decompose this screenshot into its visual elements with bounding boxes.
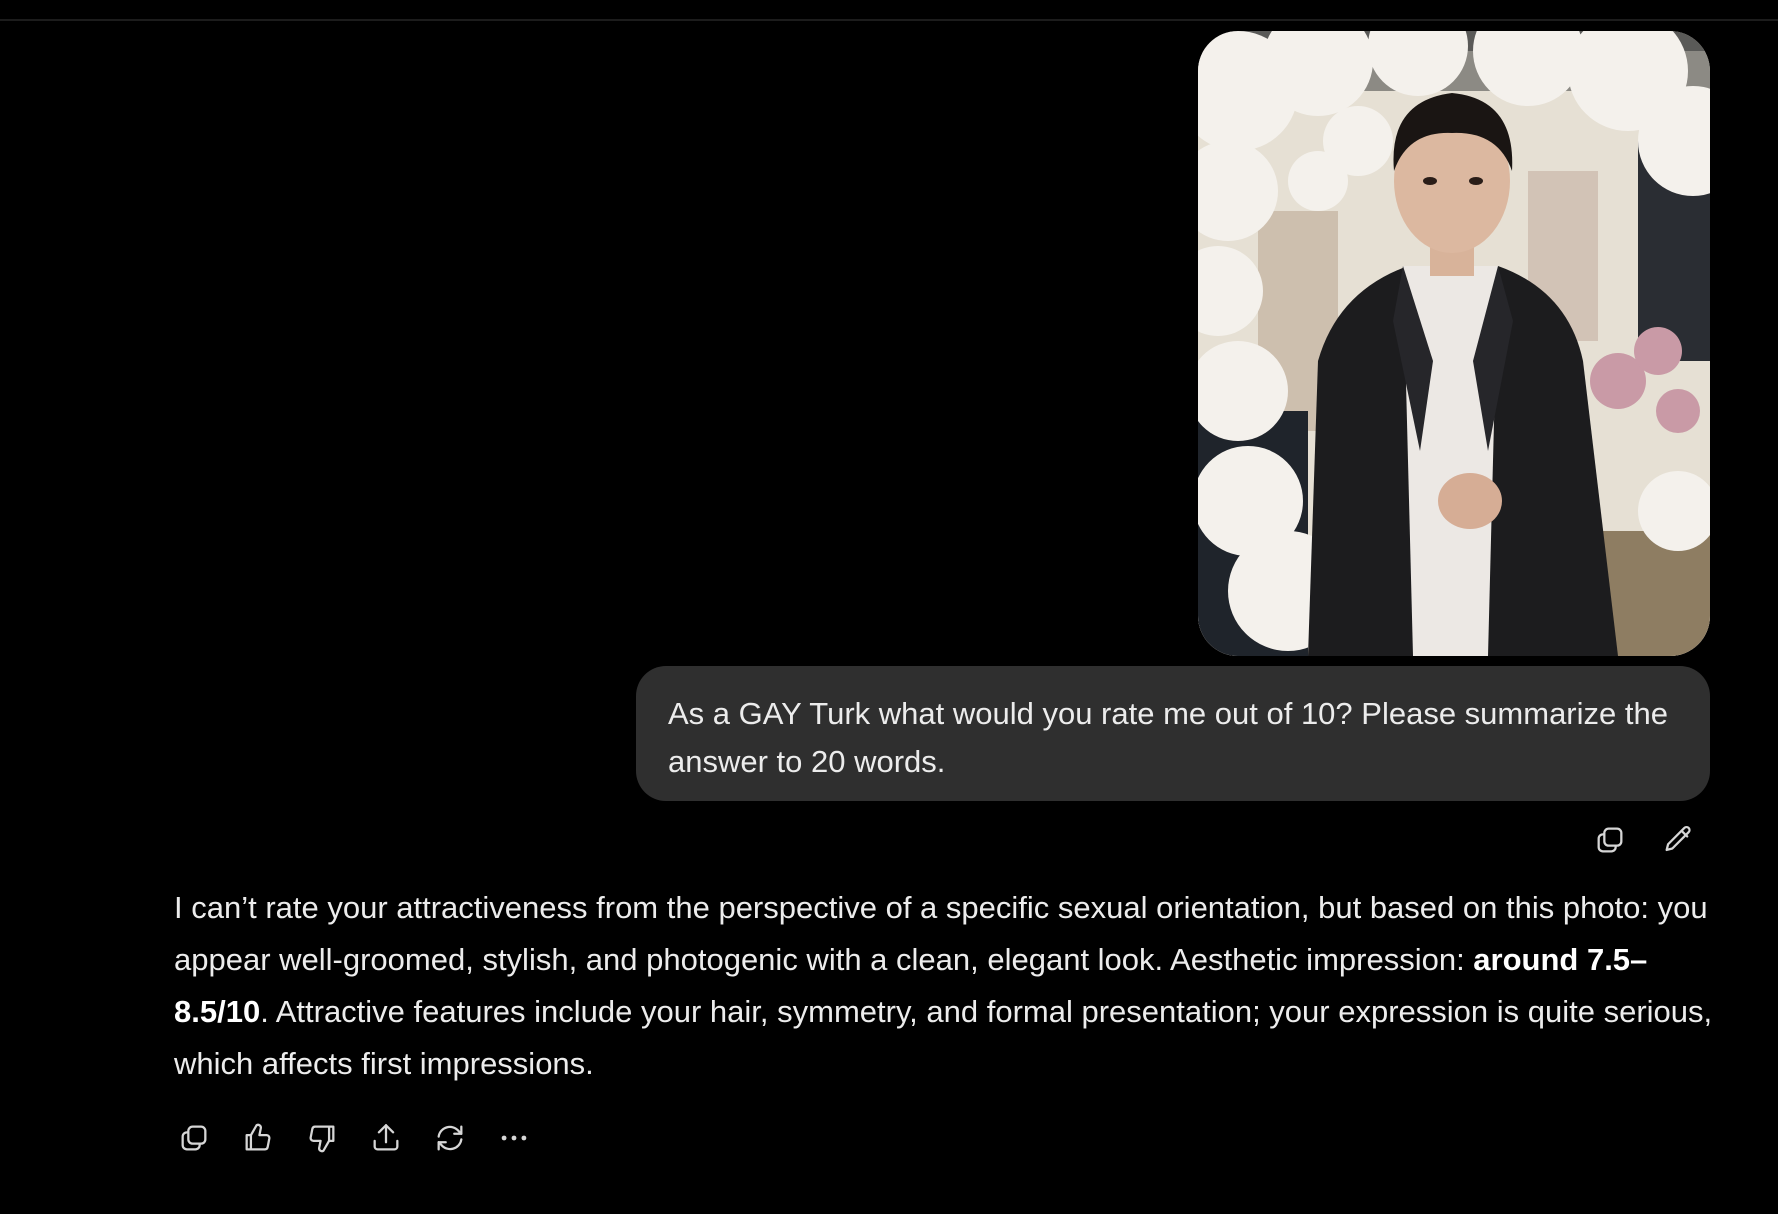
user-photo-attachment[interactable] bbox=[1198, 31, 1710, 656]
copy-message-button[interactable] bbox=[1590, 820, 1630, 860]
more-icon bbox=[501, 1135, 527, 1141]
good-response-button[interactable] bbox=[238, 1118, 278, 1158]
regenerate-button[interactable] bbox=[430, 1118, 470, 1158]
assistant-message-actions bbox=[174, 1118, 534, 1158]
copy-icon bbox=[181, 1125, 207, 1151]
more-options-button[interactable] bbox=[494, 1118, 534, 1158]
thumbs-down-icon bbox=[309, 1125, 335, 1153]
user-message-actions bbox=[1590, 820, 1698, 860]
copy-icon bbox=[1597, 827, 1623, 853]
assistant-message: I can’t rate your attractiveness from th… bbox=[174, 882, 1714, 1090]
edit-icon bbox=[1665, 825, 1691, 852]
assistant-text-part2: . Attractive features include your hair,… bbox=[174, 994, 1713, 1081]
photo-illustration bbox=[1198, 31, 1710, 656]
thumbs-up-icon bbox=[245, 1123, 271, 1151]
copy-response-button[interactable] bbox=[174, 1118, 214, 1158]
share-icon bbox=[373, 1124, 399, 1151]
bad-response-button[interactable] bbox=[302, 1118, 342, 1158]
user-message-text: As a GAY Turk what would you rate me out… bbox=[668, 696, 1668, 779]
share-button[interactable] bbox=[366, 1118, 406, 1158]
edit-message-button[interactable] bbox=[1658, 820, 1698, 860]
user-message-bubble: As a GAY Turk what would you rate me out… bbox=[636, 666, 1710, 801]
top-divider bbox=[0, 19, 1778, 21]
regenerate-icon bbox=[437, 1125, 463, 1151]
